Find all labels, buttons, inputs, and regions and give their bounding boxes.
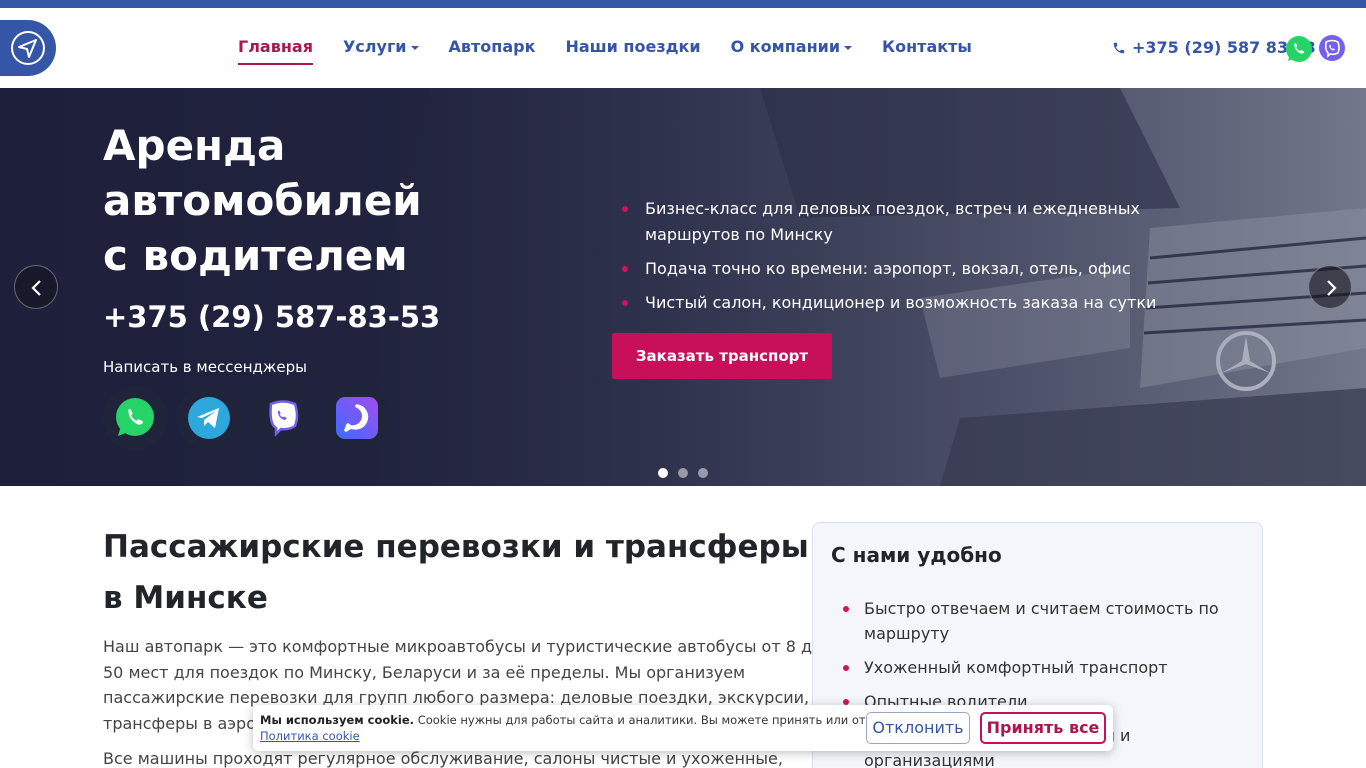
slider-dot[interactable] xyxy=(658,468,668,478)
card-title: С нами удобно xyxy=(831,543,1002,567)
cookie-message: Мы используем cookie. Cookie нужны для р… xyxy=(260,713,919,727)
decline-cookies-button[interactable]: Отклонить xyxy=(866,712,970,744)
nav-item-home[interactable]: Главная xyxy=(238,36,313,66)
chevron-down-icon xyxy=(844,45,853,50)
nav-item-services[interactable]: Услуги xyxy=(343,36,419,66)
slider-prev-button[interactable] xyxy=(14,265,58,309)
hero-title-line: с водителем xyxy=(103,231,408,280)
viber-icon xyxy=(269,400,299,438)
list-item-line: организациями xyxy=(864,751,995,768)
list-item-line: Ухоженный комфортный транспорт xyxy=(864,658,1168,677)
telegram-icon xyxy=(188,397,230,439)
nav-item-contacts[interactable]: Контакты xyxy=(882,36,972,66)
hero-slider: Аренда автомобилей с водителем +375 (29)… xyxy=(0,88,1366,486)
nav-label: Услуги xyxy=(342,37,407,56)
nav-label: О компании xyxy=(730,37,841,56)
cookie-policy-link[interactable]: Политика cookie xyxy=(260,729,360,743)
max-icon xyxy=(336,397,378,439)
whatsapp-icon xyxy=(116,398,154,436)
whatsapp-icon[interactable] xyxy=(1284,34,1314,64)
telegram-button[interactable] xyxy=(177,386,241,450)
paragraph-line: 50 мест для поездок по Минску, Беларуси … xyxy=(103,662,746,682)
list-item-line: Быстро отвечаем и считаем стоимость по xyxy=(864,599,1219,618)
page-title-line: в Минске xyxy=(103,580,268,616)
list-item: Быстро отвечаем и считаем стоимость по м… xyxy=(843,596,1243,646)
hero-title: Аренда автомобилей с водителем xyxy=(103,118,523,283)
list-item-line: маршруту xyxy=(864,624,950,643)
chevron-left-icon xyxy=(31,280,41,296)
viber-icon[interactable] xyxy=(1318,34,1346,62)
hero-title-line: Аренда xyxy=(103,121,286,170)
nav-label: Контакты xyxy=(882,37,972,56)
slider-dot[interactable] xyxy=(698,468,708,478)
cookie-bold: Мы используем cookie. xyxy=(260,713,415,727)
page-title-line: Пассажирские перевозки и трансферы xyxy=(103,529,809,565)
hero-title-line: автомобилей xyxy=(103,176,422,225)
nav-item-about[interactable]: О компании xyxy=(730,36,853,66)
nav-label: Главная xyxy=(238,37,313,56)
list-item: Бизнес-класс для деловых поездок, встреч… xyxy=(622,196,1222,248)
chevron-right-icon xyxy=(1327,280,1337,296)
viber-button[interactable] xyxy=(251,386,315,450)
chevron-down-icon xyxy=(410,45,419,50)
logo-icon xyxy=(11,31,45,65)
nav-label: Автопарк xyxy=(448,37,536,56)
list-item: Ухоженный комфортный транспорт xyxy=(843,655,1243,680)
messengers-label: Написать в мессенджеры xyxy=(103,358,307,376)
site-header: Главная Услуги Автопарк Наши поездки О к… xyxy=(0,8,1366,88)
accept-cookies-button[interactable]: Принять все xyxy=(980,712,1106,744)
logo[interactable] xyxy=(0,20,56,76)
hero-phone[interactable]: +375 (29) 587-83-53 xyxy=(103,300,440,334)
nav-label: Наши поездки xyxy=(565,37,701,56)
hero-features: Бизнес-класс для деловых поездок, встреч… xyxy=(622,196,1222,324)
list-item: Чистый салон, кондиционер и возможность … xyxy=(622,290,1222,316)
top-accent-bar xyxy=(0,0,1366,8)
nav-item-fleet[interactable]: Автопарк xyxy=(449,36,536,66)
nav-item-trips[interactable]: Наши поездки xyxy=(565,36,700,66)
cookie-banner: Мы используем cookie. Cookie нужны для р… xyxy=(253,705,1113,751)
whatsapp-button[interactable] xyxy=(103,386,167,450)
order-transport-button[interactable]: Заказать транспорт xyxy=(612,333,832,379)
main-nav: Главная Услуги Автопарк Наши поездки О к… xyxy=(238,36,1002,66)
phone-icon xyxy=(1113,42,1125,53)
page-title: Пассажирские перевозки и трансферы в Мин… xyxy=(103,522,809,624)
slider-dot[interactable] xyxy=(678,468,688,478)
slider-next-button[interactable] xyxy=(1308,265,1352,309)
list-item: Подача точно ко времени: аэропорт, вокза… xyxy=(622,256,1222,282)
max-button[interactable] xyxy=(325,386,389,450)
paragraph-line: Наш автопарк — это комфортные микроавтоб… xyxy=(103,637,822,656)
cookie-text: Cookie нужны для работы сайта и аналитик… xyxy=(417,713,920,727)
